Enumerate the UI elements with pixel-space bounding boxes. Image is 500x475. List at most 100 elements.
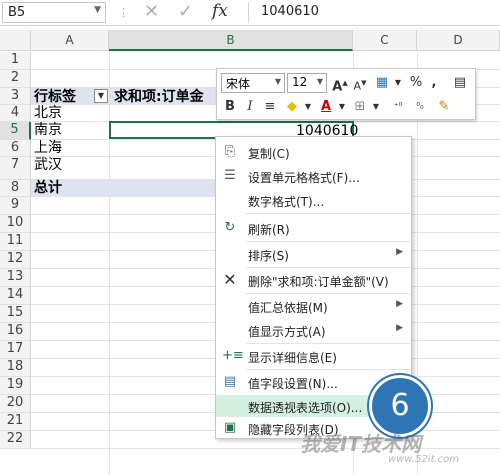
row-header[interactable]: 4: [0, 105, 31, 122]
menu-item-copy[interactable]: ⎘ 复制(C): [216, 141, 411, 163]
name-box-value: B5: [8, 5, 26, 20]
chevron-down-icon[interactable]: ▼: [333, 97, 351, 117]
shrink-font-label: A: [353, 79, 362, 93]
row-header[interactable]: 5: [0, 122, 31, 140]
chevron-down-icon[interactable]: ▼: [94, 5, 101, 15]
menu-separator: [246, 241, 410, 242]
chevron-down-icon[interactable]: ▼: [367, 97, 385, 117]
row-label-beijing[interactable]: 北京: [34, 105, 62, 121]
row-header[interactable]: 7: [0, 157, 31, 180]
comma-style-button[interactable]: ,: [425, 73, 443, 93]
row-header[interactable]: 6: [0, 140, 31, 157]
row-header[interactable]: 2: [0, 70, 31, 88]
watermark: 我爱IT技术网 www.52it.com: [300, 428, 496, 473]
chevron-right-icon: ▶: [396, 247, 403, 257]
column-header-a[interactable]: A: [31, 30, 109, 51]
row-header[interactable]: 13: [0, 269, 31, 287]
formula-input[interactable]: 1040610: [248, 2, 498, 23]
menu-item-refresh[interactable]: ↻ 刷新(R): [216, 217, 411, 239]
menu-item-label: 复制(C): [248, 147, 290, 161]
copy-icon: ⎘: [224, 144, 236, 159]
column-header-c[interactable]: C: [353, 30, 417, 51]
field-list-icon: ▣: [223, 420, 237, 435]
font-name-value: 宋体: [226, 77, 251, 91]
chevron-down-icon: ▼: [316, 77, 323, 86]
row-header[interactable]: 20: [0, 395, 31, 413]
grow-font-label: A: [332, 79, 343, 95]
menu-item-show-values-as[interactable]: 值显示方式(A) ▶: [216, 319, 411, 341]
menu-item-format-cells[interactable]: ☰ 设置单元格格式(F)...: [216, 165, 411, 187]
format-table-icon[interactable]: ▤: [451, 73, 469, 93]
menu-item-summarize-by[interactable]: 值汇总依据(M) ▶: [216, 295, 411, 317]
column-header-b[interactable]: B: [109, 30, 353, 51]
font-size-select[interactable]: 12 ▼: [287, 73, 327, 93]
filter-dropdown-icon[interactable]: ▼: [94, 89, 108, 103]
row-header[interactable]: 18: [0, 359, 31, 377]
menu-item-number-format[interactable]: 数字格式(T)...: [216, 189, 411, 211]
watermark-text: 我爱IT技术网: [300, 432, 422, 456]
separator-icon: ⋮: [118, 6, 129, 19]
delete-icon: ✕: [223, 270, 237, 289]
chevron-down-icon[interactable]: ▼: [299, 97, 317, 117]
sum-field-header[interactable]: 求和项:订单金: [114, 89, 204, 105]
font-size-value: 12: [292, 75, 308, 89]
row-header[interactable]: 8: [0, 180, 31, 197]
chevron-down-icon[interactable]: ▼: [389, 73, 407, 93]
shrink-font-button[interactable]: A▼: [351, 73, 369, 93]
row-header[interactable]: 14: [0, 287, 31, 305]
menu-item-show-details[interactable]: +≡ 显示详细信息(E): [216, 345, 411, 367]
row-label-nanjing[interactable]: 南京: [34, 122, 62, 138]
row-labels-header[interactable]: 行标签: [34, 89, 76, 105]
menu-item-label: 刷新(R): [248, 223, 290, 237]
row-header[interactable]: 9: [0, 197, 31, 215]
insert-function-button[interactable]: fx: [212, 1, 228, 21]
row-header[interactable]: 16: [0, 323, 31, 341]
row-header[interactable]: 12: [0, 251, 31, 269]
row-header[interactable]: 19: [0, 377, 31, 395]
name-box[interactable]: B5 ▼: [2, 2, 106, 23]
formula-bar: B5 ▼ ⋮ ✕ ✓ fx 1040610: [0, 0, 500, 26]
menu-item-label: 显示详细信息(E): [248, 351, 337, 365]
font-name-select[interactable]: 宋体 ▼: [221, 73, 285, 93]
row-header[interactable]: 3: [0, 88, 31, 105]
row-header[interactable]: 10: [0, 215, 31, 233]
row-label-wuhan[interactable]: 武汉: [34, 157, 62, 173]
menu-separator: [246, 343, 410, 344]
mini-toolbar: 宋体 ▼ 12 ▼ A▲ A▼ ▦ ▼ % , ▤ B I ≡ ◆ ▼ A ▼ …: [216, 68, 476, 120]
row-header[interactable]: 22: [0, 431, 31, 449]
row-header[interactable]: 21: [0, 413, 31, 431]
percent-style-button[interactable]: %: [407, 73, 425, 93]
format-painter-icon[interactable]: ✎: [435, 97, 453, 117]
field-settings-icon: ▤: [223, 374, 237, 389]
menu-item-remove-field[interactable]: ✕ 删除"求和项:订单金额"(V): [216, 269, 411, 291]
row-header[interactable]: 15: [0, 305, 31, 323]
show-details-icon: +≡: [222, 348, 244, 363]
menu-item-sort[interactable]: 排序(S) ▶: [216, 243, 411, 265]
grand-total-label[interactable]: 总计: [34, 180, 62, 196]
menu-item-label: 数据透视表选项(O)...: [248, 401, 363, 415]
row-label-shanghai[interactable]: 上海: [34, 140, 62, 156]
row-header[interactable]: 17: [0, 341, 31, 359]
watermark-url: www.52it.com: [388, 454, 460, 465]
check-icon[interactable]: ✓: [178, 1, 193, 22]
column-header-d[interactable]: D: [417, 30, 500, 51]
format-cells-icon: ☰: [224, 168, 236, 183]
italic-button[interactable]: I: [241, 97, 259, 117]
cancel-icon[interactable]: ✕: [144, 1, 159, 22]
chevron-right-icon: ▶: [396, 299, 403, 309]
menu-item-label: 值汇总依据(M): [248, 301, 328, 315]
menu-item-label: 删除"求和项:订单金额"(V): [248, 275, 389, 289]
menu-item-label: 值字段设置(N)...: [248, 377, 338, 391]
menu-separator: [246, 293, 410, 294]
center-align-button[interactable]: ≡: [261, 97, 279, 117]
row-header[interactable]: 1: [0, 52, 31, 70]
grow-font-button[interactable]: A▲: [331, 73, 349, 95]
menu-separator: [246, 267, 410, 268]
increase-decimal-icon[interactable]: ⁺⁰: [389, 97, 407, 117]
select-all-corner[interactable]: [0, 30, 31, 51]
menu-separator: [246, 213, 410, 214]
decrease-decimal-icon[interactable]: ⁰₀: [411, 97, 429, 117]
bold-button[interactable]: B: [221, 97, 239, 117]
row-header[interactable]: 11: [0, 233, 31, 251]
chevron-right-icon: ▶: [396, 323, 403, 333]
